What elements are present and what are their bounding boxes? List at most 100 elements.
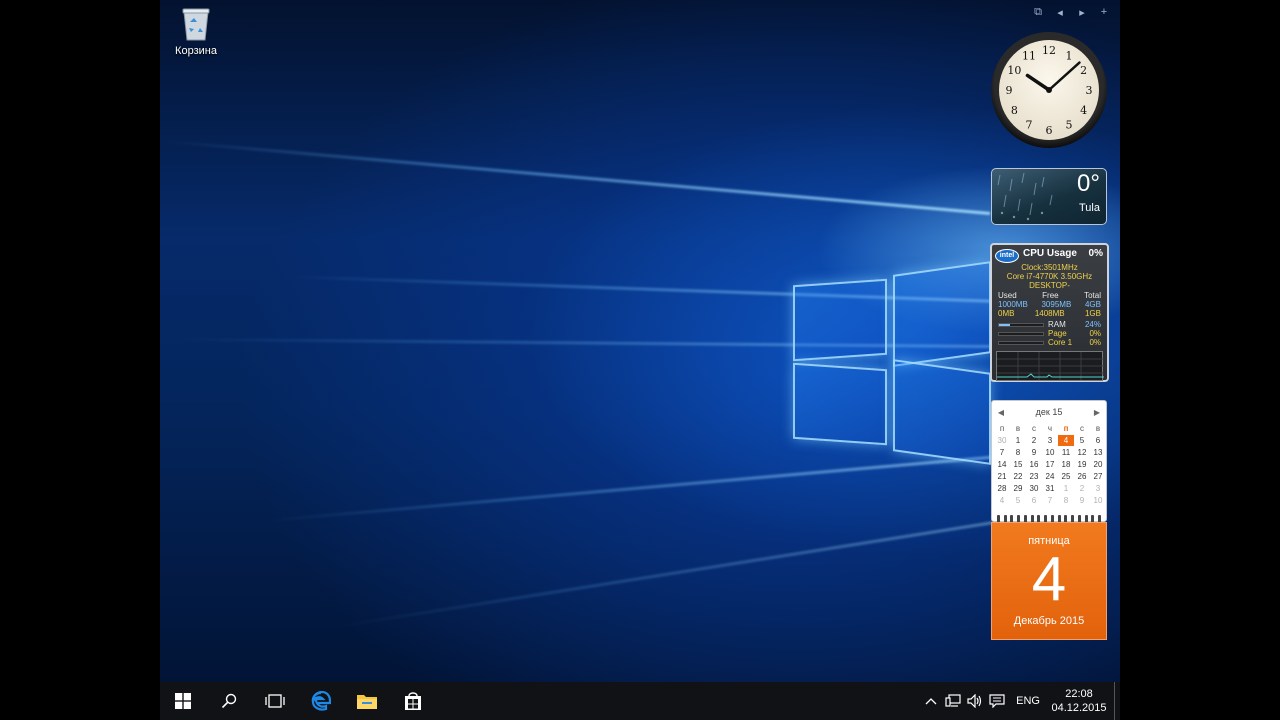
calendar-day-cell[interactable]: 19 — [1074, 459, 1090, 470]
network-icon — [945, 694, 961, 707]
calendar-day-gadget[interactable]: пятница 4 Декабрь 2015 — [991, 522, 1107, 640]
show-hidden-icons-button[interactable] — [920, 682, 942, 720]
calendar-day-cell[interactable]: 9 — [1026, 447, 1042, 458]
calendar-day-cell[interactable]: 27 — [1090, 471, 1106, 482]
action-center-button[interactable] — [986, 682, 1008, 720]
start-button[interactable] — [160, 682, 206, 720]
next-icon[interactable]: ▸ — [1076, 6, 1088, 19]
clock-numeral: 9 — [1006, 84, 1013, 97]
logo-pane — [793, 362, 887, 446]
cpu-host: DESKTOP- — [1029, 281, 1070, 290]
calendar-day-cell[interactable]: 28 — [994, 483, 1010, 494]
desktop[interactable]: Корзина ⧉ ◂ ▸ + 12 1 2 3 4 5 6 7 8 9 10 11 — [160, 0, 1120, 682]
calendar-day-cell[interactable]: 22 — [1010, 471, 1026, 482]
calendar-day-cell[interactable]: 31 — [1042, 483, 1058, 494]
calendar-day-cell[interactable]: 10 — [1090, 495, 1106, 506]
volume-button[interactable] — [964, 682, 986, 720]
calendar-day-cell[interactable]: 3 — [1042, 435, 1058, 446]
day-number: 4 — [1031, 545, 1067, 614]
calendar-day-cell[interactable]: 12 — [1074, 447, 1090, 458]
task-view-button[interactable] — [252, 682, 298, 720]
calendar-day-cell[interactable]: 3 — [1090, 483, 1106, 494]
calendar-day-cell[interactable]: 7 — [994, 447, 1010, 458]
page-used: 0MB — [998, 309, 1015, 318]
calendar-day-cell[interactable]: 4 — [1058, 435, 1074, 446]
clock-face: 12 12 3 45678 9 1011 — [991, 32, 1107, 148]
search-button[interactable] — [206, 682, 252, 720]
prev-month-icon[interactable]: ◀ — [996, 408, 1006, 417]
file-explorer-button[interactable] — [344, 682, 390, 720]
calendar-day-cell[interactable]: 2 — [1026, 435, 1042, 446]
calendar-day-cell[interactable]: 2 — [1074, 483, 1090, 494]
logo-pane — [793, 278, 887, 362]
calendar-day-cell[interactable]: 24 — [1042, 471, 1058, 482]
calendar-day-cell[interactable]: 18 — [1058, 459, 1074, 470]
weekday-header: с — [1080, 424, 1084, 433]
input-language-button[interactable]: ENG — [1008, 695, 1048, 707]
calendar-day-cell[interactable]: 20 — [1090, 459, 1106, 470]
light-beam — [328, 520, 1001, 630]
clock-gadget[interactable]: 12 1 2 3 4 5 6 7 8 9 10 11 — [990, 31, 1108, 149]
clock-button[interactable]: 22:08 04.12.2015 — [1048, 687, 1110, 715]
folder-icon — [357, 695, 377, 709]
recycle-bin-shortcut[interactable]: Корзина — [168, 6, 224, 57]
show-desktop-button[interactable] — [1114, 682, 1120, 720]
calendar-day-cell[interactable]: 11 — [1058, 447, 1074, 458]
store-button[interactable] — [390, 682, 436, 720]
calendar-day-cell[interactable]: 25 — [1058, 471, 1074, 482]
cpu-meter-gadget[interactable]: intel CPU Usage 0% Clock:3501MHz Core i7… — [990, 243, 1109, 382]
calendar-day-cell[interactable]: 23 — [1026, 471, 1042, 482]
calendar-day-cell[interactable]: 10 — [1042, 447, 1058, 458]
calendar-day-cell[interactable]: 13 — [1090, 447, 1106, 458]
calendar-day-cell[interactable]: 14 — [994, 459, 1010, 470]
next-month-icon[interactable]: ▶ — [1092, 408, 1102, 417]
weekday-header: п — [1063, 424, 1069, 433]
cpu-title: CPU Usage — [1023, 248, 1077, 259]
clock-numeral: 5 — [1066, 119, 1073, 132]
clock-numeral: 8 — [1011, 104, 1018, 117]
calendar-day-cell[interactable]: 15 — [1010, 459, 1026, 470]
cpu-usage-value: 0% — [1088, 248, 1103, 259]
calendar-day-cell[interactable]: 30 — [994, 435, 1010, 446]
calendar-day-cell[interactable]: 5 — [1010, 495, 1026, 506]
calendar-day-cell[interactable]: 8 — [1058, 495, 1074, 506]
weekday-header: п — [999, 424, 1005, 433]
calendar-day-cell[interactable]: 4 — [994, 495, 1010, 506]
chevron-up-icon — [925, 698, 937, 705]
calendar-day-cell[interactable]: 17 — [1042, 459, 1058, 470]
clock-numeral: 6 — [1046, 124, 1053, 137]
weekday-header: с — [1032, 424, 1036, 433]
calendar-day-cell[interactable]: 6 — [1026, 495, 1042, 506]
network-button[interactable] — [942, 682, 964, 720]
calendar-day-cell[interactable]: 29 — [1010, 483, 1026, 494]
taskbar: ENG 22:08 04.12.2015 — [160, 682, 1120, 720]
previous-icon[interactable]: ◂ — [1054, 6, 1066, 19]
calendar-month-gadget[interactable]: ◀ дек 15 ▶ п в с ч п с в 30 1 2 3 4 5 6 7 8 9 10 11 12 13 14 1… — [991, 400, 1107, 522]
calendar-day-cell[interactable]: 26 — [1074, 471, 1090, 482]
calendar-day-cell[interactable]: 6 — [1090, 435, 1106, 446]
edge-button[interactable] — [298, 682, 344, 720]
recycle-bin-label: Корзина — [175, 45, 217, 57]
calendar-day-cell[interactable]: 9 — [1074, 495, 1090, 506]
gadget-gallery-icon[interactable]: ⧉ — [1032, 6, 1044, 19]
calendar-day-cell[interactable]: 1 — [1010, 435, 1026, 446]
calendar-day-cell[interactable]: 1 — [1058, 483, 1074, 494]
ram-bar — [998, 322, 1044, 327]
clock-numeral: 11 — [1022, 49, 1036, 62]
light-beam — [163, 139, 991, 215]
calendar-month-label: дек 15 — [1035, 407, 1063, 417]
calendar-day-cell[interactable]: 21 — [994, 471, 1010, 482]
calendar-day-cell[interactable]: 8 — [1010, 447, 1026, 458]
calendar-day-cell[interactable]: 30 — [1026, 483, 1042, 494]
system-tray: ENG 22:08 04.12.2015 — [920, 682, 1120, 720]
task-view-icon — [265, 694, 285, 708]
calendar-header: ◀ дек 15 ▶ — [992, 401, 1106, 423]
calendar-day-cell[interactable]: 7 — [1042, 495, 1058, 506]
meter-value: 0% — [1089, 338, 1101, 347]
weather-gadget[interactable]: 0° Tula — [991, 168, 1107, 225]
clock-numeral: 3 — [1086, 84, 1093, 97]
calendar-day-cell[interactable]: 16 — [1026, 459, 1042, 470]
calendar-day-cell[interactable]: 5 — [1074, 435, 1090, 446]
add-gadget-icon[interactable]: + — [1098, 6, 1110, 19]
clock-numeral: 1 — [1066, 49, 1073, 62]
